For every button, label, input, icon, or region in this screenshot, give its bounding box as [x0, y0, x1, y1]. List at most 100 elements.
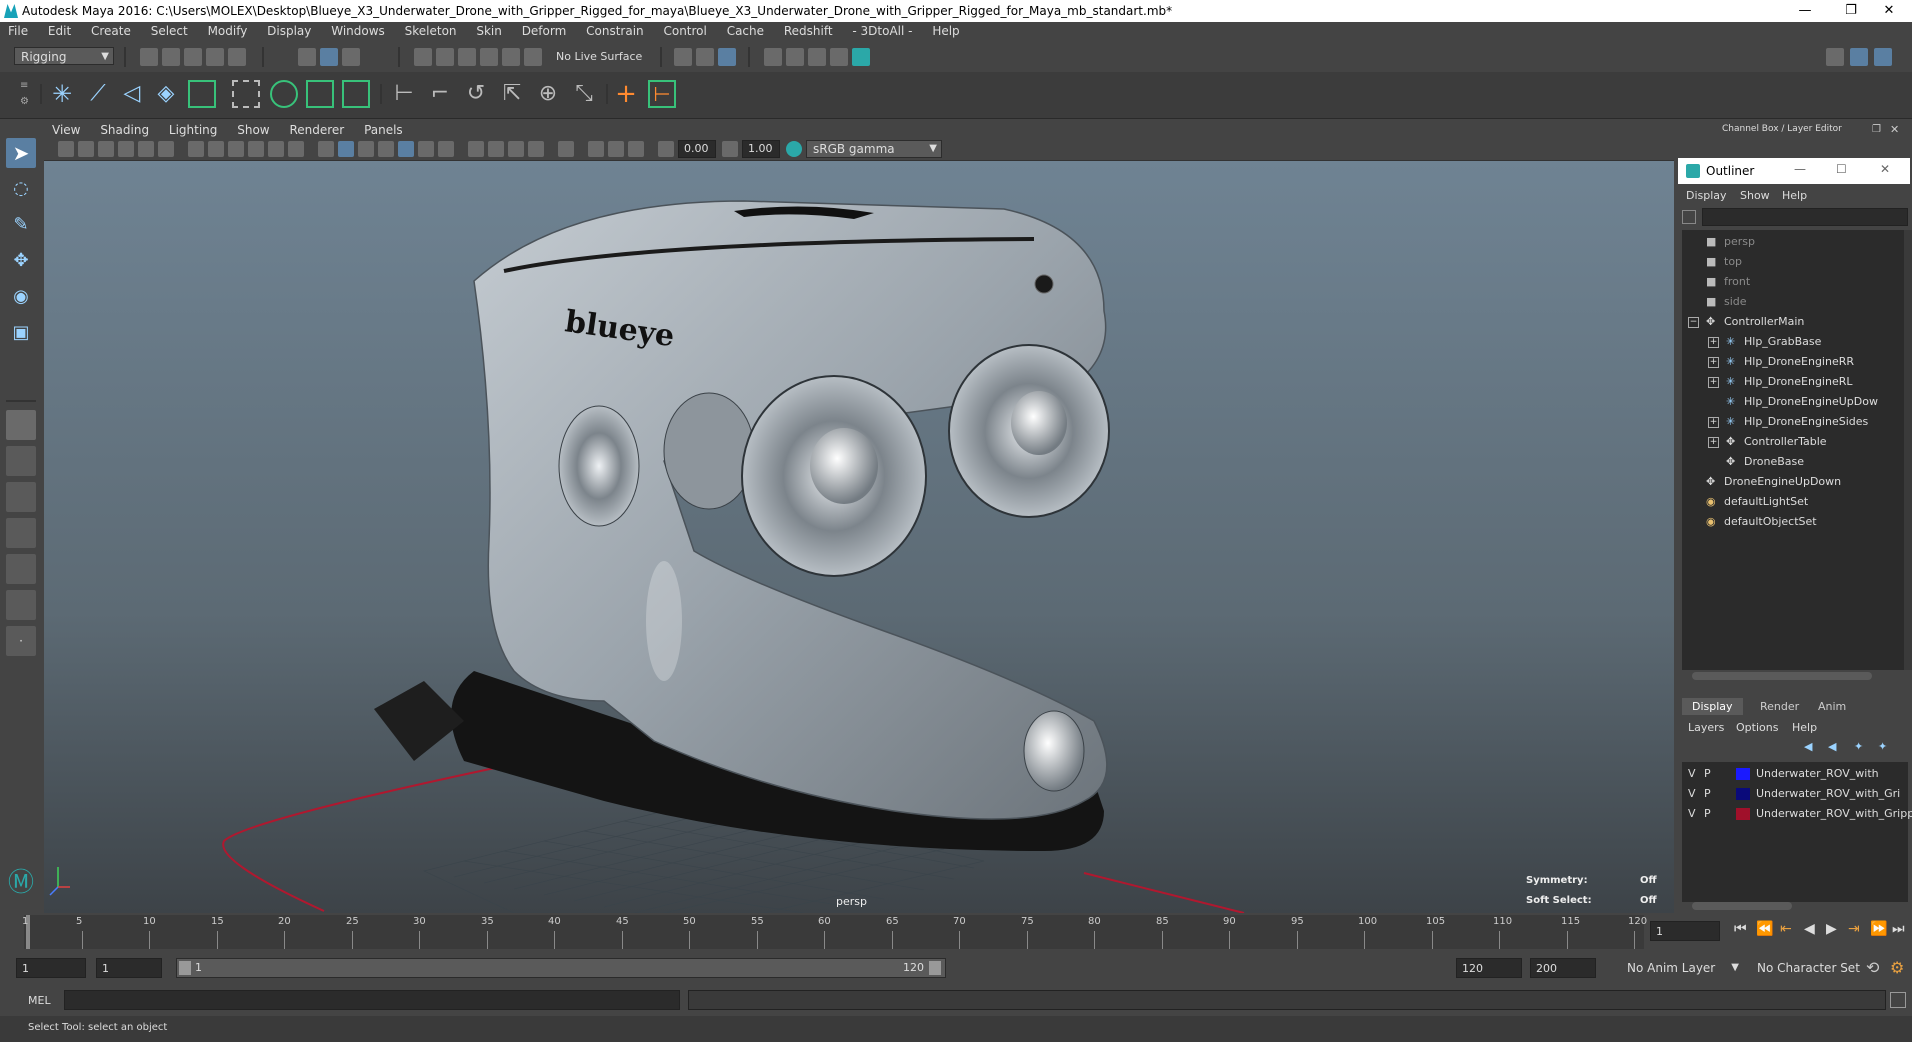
- render-view-icon[interactable]: [764, 48, 782, 66]
- grid-toggle-icon[interactable]: [188, 141, 204, 157]
- mel-label[interactable]: MEL: [28, 994, 51, 1007]
- range-end-handle[interactable]: [929, 961, 941, 975]
- render-settings-icon[interactable]: [830, 48, 848, 66]
- four-pane-layout-icon[interactable]: [6, 446, 36, 476]
- tab-anim[interactable]: Anim: [1810, 698, 1854, 715]
- viewport-menu-shading[interactable]: Shading: [92, 120, 157, 137]
- layer-playback-toggle[interactable]: P: [1704, 784, 1711, 804]
- layer-menu-layers[interactable]: Layers: [1688, 721, 1724, 734]
- minimize-button[interactable]: —: [1782, 0, 1828, 22]
- outliner-item[interactable]: ✳ Hlp_DroneEngineUpDow: [1682, 392, 1904, 412]
- outliner-item[interactable]: + ✳ Hlp_GrabBase: [1682, 332, 1904, 352]
- new-layer-icon[interactable]: ✦: [1854, 740, 1863, 753]
- textured-icon[interactable]: [398, 141, 414, 157]
- snap-point-icon[interactable]: [458, 48, 476, 66]
- camera-attributes-icon[interactable]: [78, 141, 94, 157]
- safe-action-icon[interactable]: [288, 141, 304, 157]
- menu-display[interactable]: Display: [259, 22, 319, 38]
- new-layer-selected-icon[interactable]: ✦: [1878, 740, 1887, 753]
- render-frame-icon[interactable]: [786, 48, 804, 66]
- rotate-tool-icon[interactable]: ◉: [6, 282, 36, 312]
- script-editor-icon[interactable]: [1890, 992, 1906, 1008]
- outliner-item[interactable]: ■ persp: [1682, 232, 1904, 252]
- range-start-handle[interactable]: [179, 961, 191, 975]
- hypershade-icon[interactable]: [852, 48, 870, 66]
- layer-playback-toggle[interactable]: P: [1704, 804, 1711, 824]
- close-panel-icon[interactable]: ✕: [1890, 123, 1899, 136]
- blend-shape-icon[interactable]: [306, 80, 334, 108]
- color-management-icon[interactable]: [786, 141, 802, 157]
- single-pane-layout-icon[interactable]: [6, 410, 36, 440]
- menu-skeleton[interactable]: Skeleton: [397, 22, 465, 38]
- camera-select-icon[interactable]: [58, 141, 74, 157]
- anti-aliasing-icon[interactable]: [508, 141, 524, 157]
- xray-icon[interactable]: [588, 141, 604, 157]
- new-scene-icon[interactable]: [140, 48, 158, 66]
- select-object-icon[interactable]: [320, 48, 338, 66]
- character-set-selector[interactable]: No Character Set: [1750, 958, 1870, 978]
- snap-grid-icon[interactable]: [414, 48, 432, 66]
- layer-color-swatch[interactable]: [1736, 768, 1750, 780]
- menu-edit[interactable]: Edit: [40, 22, 79, 38]
- open-scene-icon[interactable]: [162, 48, 180, 66]
- outliner-item[interactable]: − ✥ ControllerMain: [1682, 312, 1904, 332]
- layer-hscrollbar[interactable]: [1692, 902, 1792, 910]
- use-lights-icon[interactable]: [418, 141, 434, 157]
- motion-blur-icon[interactable]: [488, 141, 504, 157]
- outliner-search-input[interactable]: [1702, 208, 1908, 226]
- menu-control[interactable]: Control: [655, 22, 714, 38]
- perspective-viewport[interactable]: blueye persp Symmetry: Off Soft Select: …: [44, 161, 1674, 913]
- undo-icon[interactable]: [206, 48, 224, 66]
- scale-tool-icon[interactable]: ▣: [6, 318, 36, 348]
- outliner-hscrollbar[interactable]: [1692, 672, 1872, 680]
- select-tool-icon[interactable]: ➤: [6, 138, 36, 168]
- gate-mask-icon[interactable]: [248, 141, 264, 157]
- layer-list[interactable]: V P Underwater_ROV_with V P Underwater_ROV_wi…: [1682, 762, 1912, 902]
- timeline-ticks[interactable]: 1 5 10 15 20 25 30 35 40 45 50 55 60 65 70 75 80 85 90 95 10…: [22, 915, 1647, 949]
- menu-windows[interactable]: Windows: [323, 22, 393, 38]
- smooth-shade-icon[interactable]: [338, 141, 354, 157]
- orient-constraint-icon[interactable]: ↺: [462, 80, 490, 108]
- time-slider[interactable]: 1 5 10 15 20 25 30 35 40 45 50 55 60 65 70 75 80 85 90 95 10…: [0, 913, 1912, 953]
- outliner-minimize-button[interactable]: —: [1794, 162, 1806, 176]
- live-surface-label[interactable]: No Live Surface: [556, 50, 642, 63]
- playback-start-field[interactable]: 1: [96, 958, 162, 978]
- menu-help[interactable]: Help: [924, 22, 967, 38]
- layer-row[interactable]: V P Underwater_ROV_with_Gri: [1682, 784, 1900, 804]
- film-gate-icon[interactable]: [208, 141, 224, 157]
- live-surface-icon[interactable]: [524, 48, 542, 66]
- filter-icon[interactable]: [1682, 210, 1696, 224]
- outliner-vscrollbar[interactable]: [1904, 230, 1912, 670]
- menu-create[interactable]: Create: [83, 22, 139, 38]
- xray-active-icon[interactable]: [608, 141, 624, 157]
- cluster-icon[interactable]: [188, 80, 216, 108]
- point-constraint-icon[interactable]: ⊢: [390, 80, 418, 108]
- auto-key-icon[interactable]: ⟲: [1866, 958, 1879, 977]
- play-forward-icon[interactable]: ▶: [1826, 921, 1837, 937]
- lattice-icon[interactable]: [232, 80, 260, 108]
- shelf-menu-icon[interactable]: ≡ ⚙: [20, 78, 30, 112]
- outliner-menu-help[interactable]: Help: [1782, 189, 1807, 202]
- xray-joints-icon[interactable]: [628, 141, 644, 157]
- expand-icon[interactable]: +: [1708, 377, 1719, 388]
- snap-curve-icon[interactable]: [436, 48, 454, 66]
- locator-icon[interactable]: +: [612, 80, 640, 108]
- exposure-field[interactable]: 0.00: [678, 140, 716, 158]
- select-hierarchy-icon[interactable]: [298, 48, 316, 66]
- field-chart-icon[interactable]: [268, 141, 284, 157]
- channel-box-toggle-icon[interactable]: [1874, 48, 1892, 66]
- bookmark-icon[interactable]: [98, 141, 114, 157]
- paint-select-icon[interactable]: ✎: [6, 210, 36, 240]
- outliner-item[interactable]: ✥ DroneEngineUpDown: [1682, 472, 1904, 492]
- hypergraph-layout-icon[interactable]: [6, 590, 36, 620]
- ik-handle-icon[interactable]: ⟋: [84, 80, 112, 108]
- exposure-icon[interactable]: [658, 141, 674, 157]
- layer-visibility-toggle[interactable]: V: [1688, 764, 1696, 784]
- outliner-close-button[interactable]: ✕: [1880, 162, 1890, 176]
- gamma-field[interactable]: 1.00: [742, 140, 780, 158]
- history-toggle-icon[interactable]: [718, 48, 736, 66]
- tab-display[interactable]: Display: [1682, 698, 1743, 715]
- input-output-icon[interactable]: [674, 48, 692, 66]
- menu-redshift[interactable]: Redshift: [776, 22, 841, 38]
- control-curve-icon[interactable]: ⊢: [648, 80, 676, 108]
